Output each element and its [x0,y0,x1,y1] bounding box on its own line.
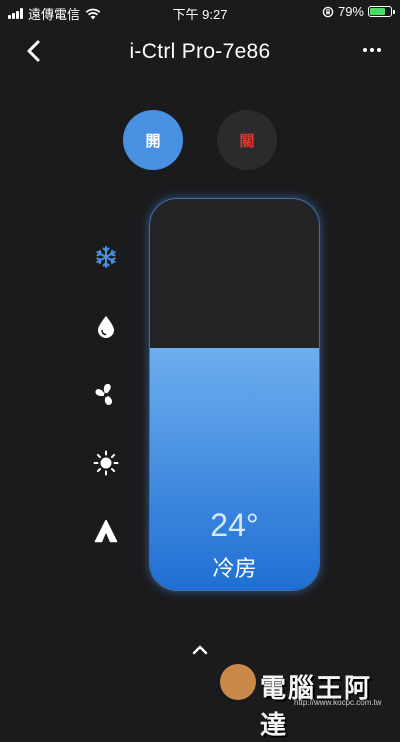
mode-dry-button[interactable] [93,314,119,340]
battery-icon [368,6,395,17]
chevron-up-icon[interactable] [188,640,212,660]
more-dots-icon[interactable] [360,44,384,56]
temperature-slider[interactable]: 24° 冷房 [149,198,320,591]
mode-heat-button[interactable] [93,450,119,476]
battery-fill [370,8,386,15]
sun-icon [93,450,119,476]
mode-auto-button[interactable] [93,518,119,544]
snowflake-icon [96,246,116,268]
nav-bar: i-Ctrl Pro-7e86 [0,30,400,74]
rotation-lock-icon [322,6,334,17]
power-off-button[interactable]: 關 [217,110,277,170]
letter-a-icon [94,519,118,543]
watermark-logo: 電腦王阿達 http://www.kocpc.com.tw [220,660,390,741]
mode-label: 冷房 [212,556,257,581]
power-on-button[interactable]: 開 [123,110,183,170]
fan-icon [95,383,113,406]
status-bar: 遠傳電信 下午 9:27 79% [0,0,400,22]
battery-percent: 79% [337,4,364,19]
watermark-url: http://www.kocpc.com.tw [294,698,382,707]
page-title: i-Ctrl Pro-7e86 [129,40,271,63]
water-drop-icon [98,316,114,338]
mode-fan-button[interactable] [93,382,119,408]
mode-cool-button[interactable] [93,244,119,270]
temperature-value: 24° [210,507,259,543]
mascot-icon [220,664,256,700]
